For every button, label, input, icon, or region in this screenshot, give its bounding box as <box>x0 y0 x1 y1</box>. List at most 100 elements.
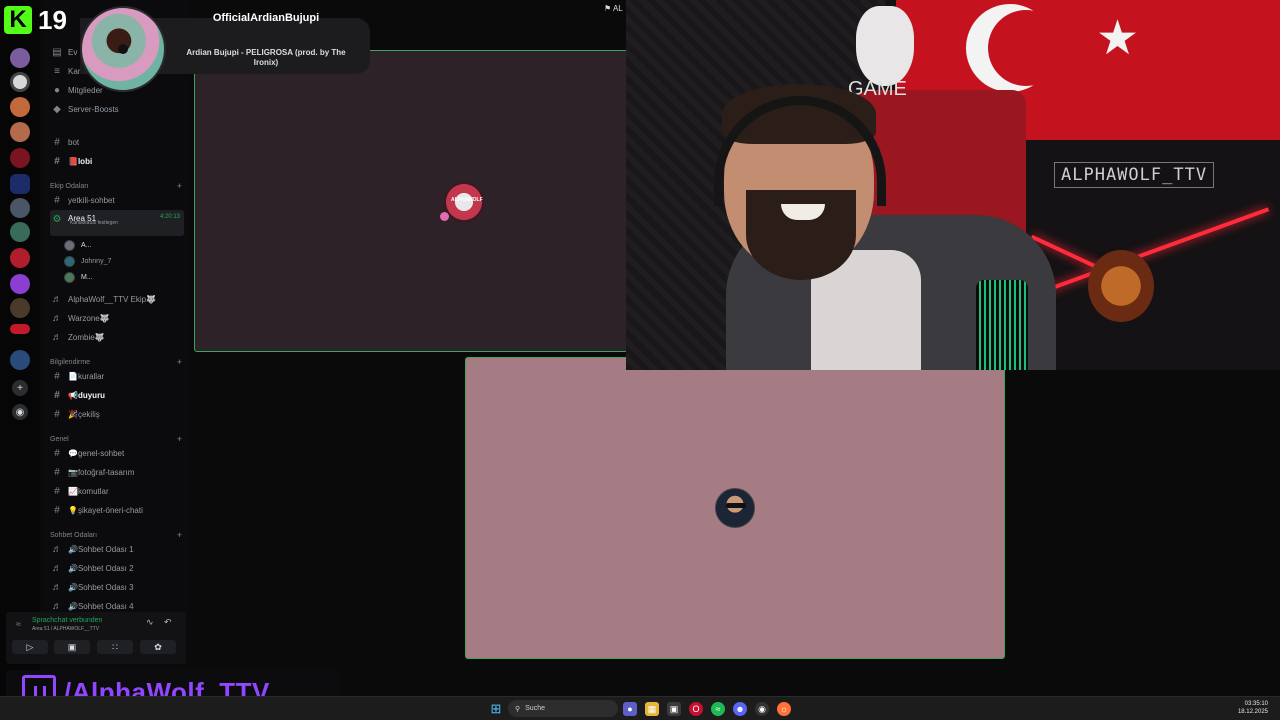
hash-icon: # <box>54 447 60 459</box>
microphone-shape <box>976 280 1028 370</box>
avatar <box>64 271 75 283</box>
voice-timer: 4:20:13 <box>159 214 180 220</box>
voice-channel-sohbet-2[interactable]: ♬ 🔊Sohbet Odası 2 <box>50 559 184 577</box>
add-channel-icon[interactable]: + <box>177 530 182 540</box>
hash-icon: # <box>54 408 60 420</box>
channels-icon: ≡ <box>54 65 60 77</box>
hash-icon: # <box>54 155 60 167</box>
search-icon: ⚲ <box>515 705 521 713</box>
system-clock[interactable]: 03:35:10 18.12.2025 <box>1238 700 1268 717</box>
video-tile[interactable] <box>194 50 628 352</box>
file-explorer-icon[interactable]: ▦ <box>645 702 659 716</box>
name-sign: ALPHAWOLF_TTV <box>1054 162 1215 188</box>
participant-avatar: ALPHAWOLF <box>443 181 485 223</box>
server-icon[interactable] <box>10 122 30 142</box>
voice-channel-warzone[interactable]: ♬ Warzone🐺 <box>50 309 184 327</box>
search-box[interactable]: ⚲ Suche <box>508 700 618 717</box>
speaker-icon: ♬ <box>52 600 62 612</box>
voice-channel-sohbet-1[interactable]: ♬ 🔊Sohbet Odası 1 <box>50 540 184 558</box>
hash-icon: # <box>54 466 60 478</box>
noise-suppression-icon[interactable]: ∿ <box>146 617 154 628</box>
sidebar-item-server-boosts[interactable]: ◆ Server-Boosts <box>50 100 184 118</box>
channel-komutlar[interactable]: # 📈komutlar <box>50 482 184 500</box>
explore-servers-icon[interactable]: ◉ <box>12 404 28 420</box>
server-icon[interactable] <box>10 72 30 92</box>
camera-off-icon: ▷ <box>26 641 34 652</box>
lion-decoration <box>1088 250 1154 322</box>
server-icon[interactable] <box>10 222 30 242</box>
server-tag: ⚑ AL <box>604 4 623 13</box>
hash-icon: # <box>54 370 60 382</box>
screen: + ◉ ▤ Ev ≡ Kanal ● Mitglieder ◆ Server-Boost… <box>0 0 1280 720</box>
voice-user[interactable]: M... <box>64 269 93 285</box>
channel-bot[interactable]: # bot <box>50 133 184 151</box>
spotify-icon[interactable]: ≈ <box>711 702 725 716</box>
voice-status[interactable]: Sprachchat verbunden <box>32 617 102 624</box>
soundboard-icon: ✿ <box>154 641 162 652</box>
server-icon[interactable] <box>10 324 30 334</box>
voice-user[interactable]: A... <box>64 237 92 253</box>
kick-viewer-overlay: K 19 <box>4 4 67 36</box>
channel-kurallar[interactable]: # 📄kurallar <box>50 367 184 385</box>
voice-channel-sohbet-4[interactable]: ♬ 🔊Sohbet Odası 4 <box>50 597 184 612</box>
store-icon[interactable]: ▣ <box>667 702 681 716</box>
taskbar: ⊞ ⚲ Suche ● ▦ ▣ O ≈ ☻ ◉ ☼ 03:35:10 18.12.… <box>0 696 1280 720</box>
speaking-indicator <box>440 212 449 221</box>
server-rail: + ◉ <box>0 0 40 696</box>
chrome-icon[interactable]: ◉ <box>755 702 769 716</box>
screen-share-button[interactable]: ▣ <box>54 640 90 654</box>
speaker-icon: ♬ <box>52 562 62 574</box>
avatar <box>64 239 75 251</box>
webcam-overlay: ★ GAME ALPHAWOLF_TTV <box>626 0 1280 370</box>
opera-icon[interactable]: O <box>689 702 703 716</box>
channel-lobi[interactable]: # 📕lobi <box>50 152 184 170</box>
server-icon[interactable] <box>10 174 30 194</box>
add-channel-icon[interactable]: + <box>177 434 182 444</box>
now-playing-artist: OfficialArdianBujupi <box>212 12 320 24</box>
server-icon[interactable] <box>10 48 30 68</box>
voice-user[interactable]: Johnny_7 <box>64 253 111 269</box>
add-server-icon[interactable]: + <box>12 380 28 396</box>
server-icon[interactable] <box>10 350 30 370</box>
viewer-count: 19 <box>38 4 67 35</box>
voice-connection-panel: ≈ Sprachchat verbunden Area 51 / ALPHAWO… <box>6 612 186 664</box>
server-icon[interactable] <box>10 274 30 294</box>
disconnect-icon[interactable]: ↶ <box>164 617 172 628</box>
soundboard-button[interactable]: ✿ <box>140 640 176 654</box>
boost-icon: ◆ <box>53 103 61 115</box>
channel-status[interactable]: Kanalstatus festlegen <box>70 220 118 226</box>
speaker-icon: ♬ <box>52 331 62 343</box>
channel-genel-sohbet[interactable]: # 💬genel-sohbet <box>50 444 184 462</box>
channel-sikayet-oneri[interactable]: # 💡şikayet-öneri-chati <box>50 501 184 519</box>
add-channel-icon[interactable]: + <box>177 357 182 367</box>
server-icon[interactable] <box>10 248 30 268</box>
server-icon[interactable] <box>10 97 30 117</box>
speaker-icon: ♬ <box>52 543 62 555</box>
camera-button[interactable]: ▷ <box>12 640 48 654</box>
firefox-icon[interactable]: ☼ <box>777 702 791 716</box>
server-icon[interactable] <box>10 298 30 318</box>
voice-channel-ekip[interactable]: ♬ AlphaWolf__TTV Ekip🐺 <box>50 290 184 308</box>
start-button[interactable]: ⊞ <box>489 701 503 716</box>
add-channel-icon[interactable]: + <box>177 181 182 191</box>
teams-icon[interactable]: ● <box>623 702 637 716</box>
discord-icon[interactable]: ☻ <box>733 702 747 716</box>
avatar <box>64 255 75 267</box>
mask-figure <box>856 6 914 86</box>
voice-channel-area-51[interactable]: ⚙ Area 51 4:20:13 Kanalstatus festlegen <box>50 210 184 236</box>
hash-icon: # <box>54 485 60 497</box>
voice-channel-sohbet-3[interactable]: ♬ 🔊Sohbet Odası 3 <box>50 578 184 596</box>
channel-fotograf-tasarim[interactable]: # 📷fotoğraf-tasarım <box>50 463 184 481</box>
album-art <box>80 6 166 92</box>
server-icon[interactable] <box>10 148 30 168</box>
channel-yetkili-sohbet[interactable]: # yetkili-sohbet <box>50 191 184 209</box>
speaker-icon: ⚙ <box>52 214 62 225</box>
server-icon[interactable] <box>10 198 30 218</box>
activities-button[interactable]: ∷ <box>97 640 133 654</box>
now-playing-song: Ardian Bujupi - PELIGROSA (prod. by The … <box>186 48 346 67</box>
signal-icon[interactable]: ≈ <box>16 619 21 629</box>
glasses-shape <box>726 503 746 508</box>
voice-channel-zombie[interactable]: ♬ Zombie🐺 <box>50 328 184 346</box>
channel-duyuru[interactable]: # 📢duyuru <box>50 386 184 404</box>
channel-cekilis[interactable]: # 🎉çekiliş <box>50 405 184 423</box>
